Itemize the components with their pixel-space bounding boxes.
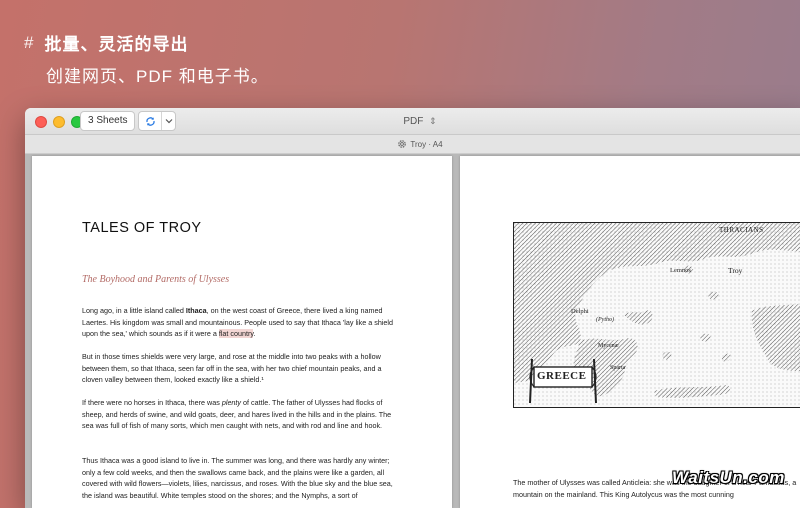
preview-area[interactable]: TALES OF TROY The Boyhood and Parents of… bbox=[25, 154, 800, 508]
map-label-mycenae: Mycenæ bbox=[598, 343, 619, 349]
promo-line-2: 创建网页、PDF 和电子书。 bbox=[46, 67, 269, 86]
map-cartouche-greece: GREECE bbox=[537, 370, 587, 382]
chapter-title: The Boyhood and Parents of Ulysses bbox=[82, 274, 230, 285]
close-window-button[interactable] bbox=[35, 116, 47, 128]
italic-text: plenty bbox=[221, 398, 242, 407]
export-settings-label: Troy · A4 bbox=[410, 139, 443, 149]
app-window: PDF ⇕ 3 Sheets Troy · A4 TALES OF TROY T… bbox=[25, 108, 800, 508]
paragraph: If there were no horses in Ithaca, there… bbox=[82, 398, 392, 431]
map-label-lemnos: Lemnos bbox=[670, 267, 691, 274]
paragraph: Thus Ithaca was a good island to live in… bbox=[82, 456, 393, 500]
map-label-troy: Troy bbox=[728, 266, 743, 275]
refresh-options-dropdown[interactable] bbox=[162, 112, 175, 130]
highlighted-text: flat country bbox=[218, 329, 254, 339]
minimize-window-button[interactable] bbox=[53, 116, 65, 128]
watermark: WaitsUn.com bbox=[672, 468, 785, 487]
map-label-sparta: Sparta bbox=[610, 365, 626, 371]
preview-page-right: THRACIANS Troy Lemnos Delphi (Pytho) Myc… bbox=[460, 156, 800, 508]
promo-banner: # 批量、灵活的导出 创建网页、PDF 和电子书。 bbox=[24, 30, 269, 87]
book-title: TALES OF TROY bbox=[82, 220, 202, 236]
export-format-label: PDF bbox=[403, 116, 424, 127]
bold-text: Ithaca bbox=[185, 306, 207, 315]
promo-line-1: 批量、灵活的导出 bbox=[44, 35, 189, 54]
sheets-count-button[interactable]: 3 Sheets bbox=[80, 111, 136, 131]
refresh-icon bbox=[145, 116, 155, 126]
hash-icon: # bbox=[24, 32, 35, 52]
gear-icon bbox=[397, 139, 407, 149]
title-bar: PDF ⇕ 3 Sheets bbox=[25, 108, 800, 135]
window-controls bbox=[35, 116, 83, 128]
greece-map-illustration: THRACIANS Troy Lemnos Delphi (Pytho) Myc… bbox=[513, 222, 800, 408]
paragraph: Long ago, in a little island called Itha… bbox=[82, 306, 394, 339]
refresh-control bbox=[138, 111, 176, 131]
paragraph: But in those times shields were very lar… bbox=[82, 352, 382, 385]
map-label-thracians: THRACIANS bbox=[719, 226, 764, 234]
updown-chevron-icon: ⇕ bbox=[429, 116, 437, 126]
refresh-button[interactable] bbox=[139, 112, 162, 130]
map-label-pytho: (Pytho) bbox=[596, 317, 614, 323]
export-settings-bar[interactable]: Troy · A4 bbox=[25, 135, 800, 154]
preview-page-left: TALES OF TROY The Boyhood and Parents of… bbox=[32, 156, 452, 508]
map-label-delphi: Delphi bbox=[571, 308, 589, 315]
promo-headline: # 批量、灵活的导出 bbox=[24, 30, 269, 55]
chevron-down-icon bbox=[165, 119, 172, 124]
